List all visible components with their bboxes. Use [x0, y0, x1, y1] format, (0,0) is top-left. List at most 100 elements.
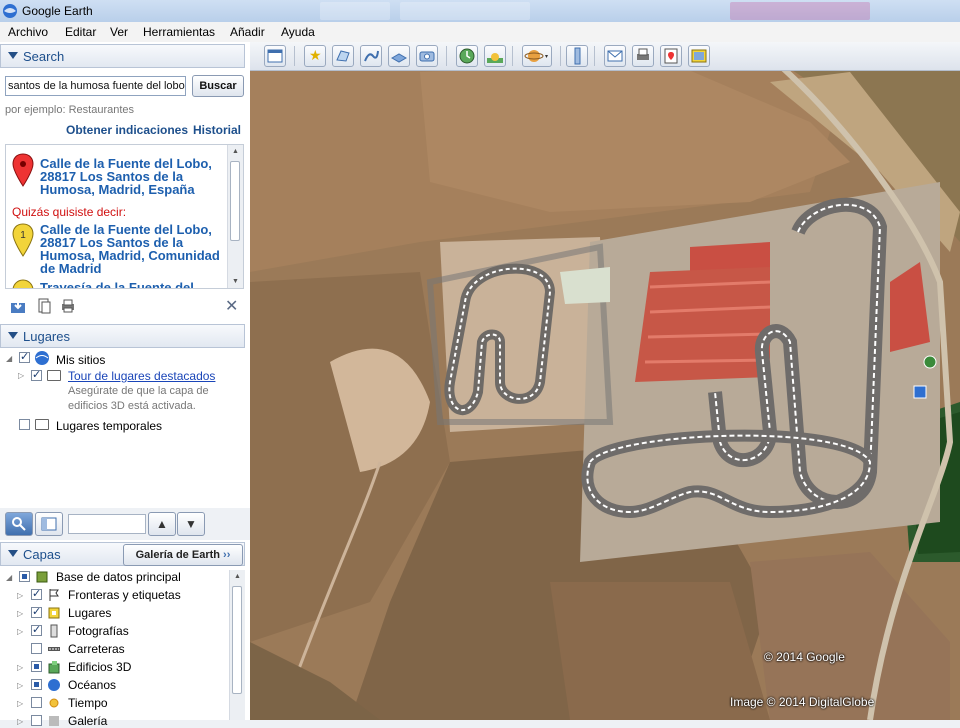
placemark-star-icon: ★: [309, 47, 322, 63]
sunlight-button[interactable]: [484, 45, 506, 67]
search-places-button[interactable]: [5, 512, 33, 536]
record-tour-button[interactable]: [416, 45, 438, 67]
add-polygon-button[interactable]: [332, 45, 354, 67]
layer-checkbox[interactable]: [31, 605, 42, 618]
print-icon[interactable]: [60, 298, 76, 314]
menu-bar: Archivo Editar Ver Herramientas Añadir A…: [0, 22, 960, 43]
layer-checkbox[interactable]: [31, 661, 42, 672]
search-section-header[interactable]: Search: [0, 44, 245, 68]
copy-icon[interactable]: [36, 298, 52, 314]
place-marker-icon[interactable]: [923, 355, 937, 369]
my-places-checkbox[interactable]: [19, 350, 30, 363]
result-item-1[interactable]: Calle de la Fuente del Lobo, 28817 Los S…: [40, 223, 230, 275]
search-button[interactable]: Buscar: [192, 75, 244, 97]
layer-label[interactable]: Fronteras y etiquetas: [68, 588, 181, 602]
expand-arrow-icon[interactable]: ▷: [17, 591, 23, 600]
toggle-panel-button[interactable]: [35, 512, 63, 536]
layer-checkbox[interactable]: [31, 679, 42, 690]
historical-imagery-button[interactable]: [456, 45, 478, 67]
polygon-icon: [336, 50, 350, 62]
places-filter-input[interactable]: [68, 514, 146, 534]
layer-label[interactable]: Lugares: [68, 606, 111, 620]
layer-label[interactable]: Galería: [68, 714, 107, 728]
scrollbar-thumb[interactable]: [230, 161, 240, 241]
ruler-button[interactable]: [566, 45, 588, 67]
print-button[interactable]: [632, 45, 654, 67]
earth-map-view[interactable]: © 2014 Google Image © 2014 DigitalGlobe: [250, 42, 960, 720]
move-down-button[interactable]: ▼: [177, 512, 205, 536]
layer-label[interactable]: Carreteras: [68, 642, 125, 656]
my-places-label[interactable]: Mis sitios: [56, 353, 105, 367]
temporary-places-checkbox[interactable]: [19, 419, 30, 430]
result-item-1-text[interactable]: Calle de la Fuente del Lobo, 28817 Los S…: [40, 222, 220, 276]
expand-arrow-icon[interactable]: ▷: [17, 699, 23, 708]
menu-ver[interactable]: Ver: [110, 25, 128, 39]
add-image-overlay-button[interactable]: [388, 45, 410, 67]
get-directions-link[interactable]: Obtener indicaciones: [66, 123, 188, 137]
expand-arrow-icon[interactable]: ◢: [6, 354, 12, 363]
expand-arrow-icon[interactable]: ◢: [6, 573, 12, 582]
expand-arrow-icon[interactable]: ▷: [17, 663, 23, 672]
layer-checkbox[interactable]: [31, 643, 42, 654]
blurred-region: [320, 2, 390, 20]
collapse-triangle-icon[interactable]: [8, 52, 18, 59]
collapse-triangle-icon[interactable]: [8, 550, 18, 557]
expand-arrow-icon[interactable]: ▷: [17, 627, 23, 636]
yellow-pin-icon[interactable]: 1: [12, 223, 34, 257]
expand-arrow-icon[interactable]: ▷: [17, 717, 23, 726]
save-image-button[interactable]: [688, 45, 710, 67]
layer-checkbox[interactable]: [31, 623, 42, 636]
history-link[interactable]: Historial: [193, 123, 241, 137]
add-path-button[interactable]: [360, 45, 382, 67]
scrollbar-thumb[interactable]: [232, 586, 242, 694]
layer-checkbox[interactable]: [31, 715, 42, 726]
menu-herramientas[interactable]: Herramientas: [143, 25, 215, 39]
tour-checkbox[interactable]: [31, 368, 42, 381]
scroll-up-arrow-icon[interactable]: ▲: [234, 573, 241, 580]
view-in-maps-button[interactable]: [660, 45, 682, 67]
red-pin-icon[interactable]: [12, 153, 34, 187]
switch-planet-button[interactable]: [522, 45, 552, 67]
email-button[interactable]: [604, 45, 626, 67]
results-toolbar: ✕: [0, 292, 245, 320]
menu-archivo[interactable]: Archivo: [8, 25, 48, 39]
place-marker-icon[interactable]: [913, 385, 927, 399]
layer-checkbox[interactable]: [31, 697, 42, 708]
layer-label[interactable]: Tiempo: [68, 696, 108, 710]
result-item-0[interactable]: Calle de la Fuente del Lobo, 28817 Los S…: [40, 157, 230, 196]
panel-icon: [41, 517, 57, 531]
expand-arrow-icon[interactable]: ▷: [17, 609, 23, 618]
menu-anadir[interactable]: Añadir: [230, 25, 265, 39]
toggle-sidebar-button[interactable]: [264, 45, 286, 67]
close-results-icon[interactable]: ✕: [225, 296, 238, 316]
expand-arrow-icon[interactable]: ▷: [18, 371, 24, 380]
scroll-up-arrow-icon[interactable]: ▲: [232, 148, 239, 155]
menu-ayuda[interactable]: Ayuda: [281, 25, 315, 39]
satellite-imagery[interactable]: [250, 42, 960, 720]
yellow-pin-icon[interactable]: [12, 279, 34, 289]
menu-editar[interactable]: Editar: [65, 25, 96, 39]
expand-arrow-icon[interactable]: ▷: [17, 681, 23, 690]
up-arrow-icon: ▲: [156, 517, 168, 531]
layers-header-label: Capas: [23, 547, 61, 562]
earth-gallery-button[interactable]: Galería de Earth ››: [123, 544, 243, 566]
add-placemark-button[interactable]: ★: [304, 45, 326, 67]
places-section-header[interactable]: Lugares: [0, 324, 245, 348]
search-input[interactable]: santos de la humosa fuente del lobo: [5, 76, 186, 96]
scroll-down-arrow-icon[interactable]: ▼: [232, 278, 239, 285]
save-to-places-icon[interactable]: [10, 298, 26, 314]
tour-link[interactable]: Tour de lugares destacados: [68, 369, 215, 383]
move-up-button[interactable]: ▲: [148, 512, 176, 536]
layer-checkbox[interactable]: [31, 587, 42, 600]
layer-label[interactable]: Fotografías: [68, 624, 129, 638]
collapse-triangle-icon[interactable]: [8, 332, 18, 339]
results-scrollbar[interactable]: ▲ ▼: [227, 145, 243, 288]
did-you-mean-label: Quizás quisiste decir:: [12, 205, 127, 219]
layer-checkbox[interactable]: [19, 571, 30, 582]
layer-label[interactable]: Océanos: [68, 678, 116, 692]
result-item-2[interactable]: Travesía de la Fuente del: [40, 281, 230, 288]
layer-label[interactable]: Base de datos principal: [56, 570, 181, 584]
temporary-places-label[interactable]: Lugares temporales: [56, 419, 162, 433]
layers-scrollbar[interactable]: ▲: [229, 570, 245, 720]
layer-label[interactable]: Edificios 3D: [68, 660, 131, 674]
